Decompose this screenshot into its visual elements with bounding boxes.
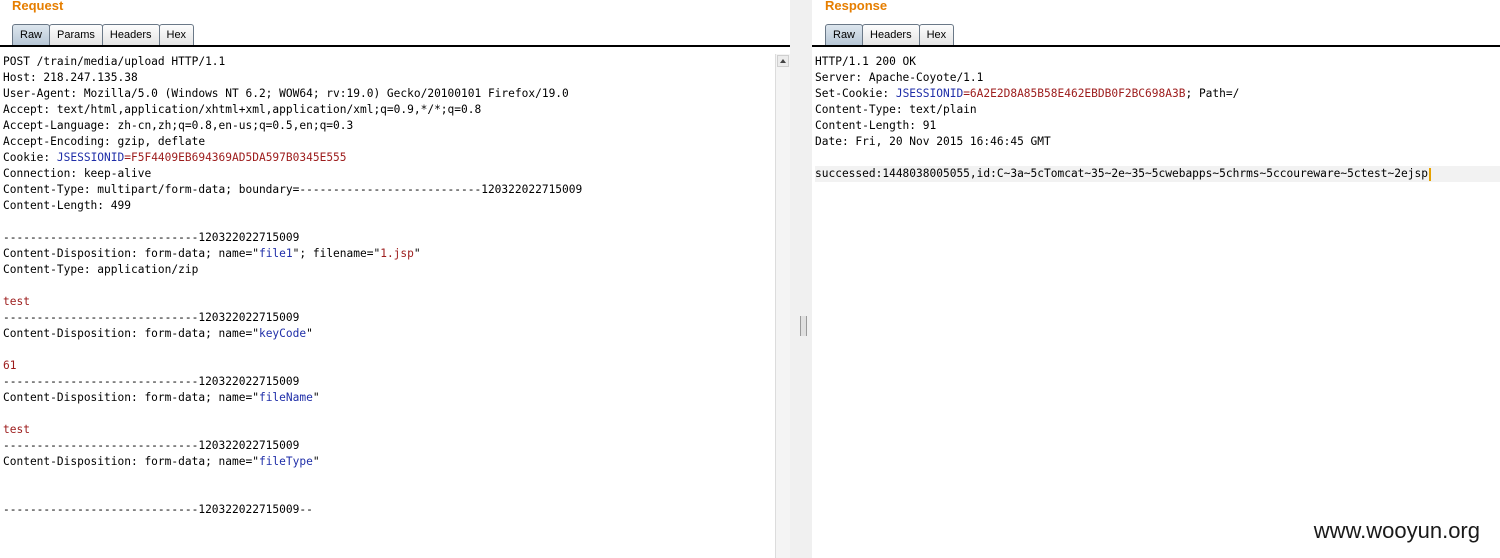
- param-name: fileName: [258, 391, 313, 404]
- request-line: Connection: keep-alive: [3, 167, 152, 180]
- response-tab-raw[interactable]: Raw: [825, 24, 864, 45]
- request-body-value: test: [3, 295, 30, 308]
- disposition-prefix: Content-Disposition: form-data; name=": [3, 247, 259, 260]
- scroll-up-arrow-icon[interactable]: [777, 55, 789, 67]
- request-scrollbar[interactable]: [775, 54, 790, 558]
- disposition-prefix: Content-Disposition: form-data; name=": [3, 455, 259, 468]
- request-body-value: 61: [3, 359, 17, 372]
- cookie-key: JSESSIONID: [56, 151, 125, 164]
- response-line: HTTP/1.1 200 OK: [815, 55, 917, 68]
- request-tab-params[interactable]: Params: [49, 24, 103, 45]
- request-line: -----------------------------12032202271…: [3, 439, 300, 452]
- request-line: Accept: text/html,application/xhtml+xml,…: [3, 103, 482, 116]
- param-name: file1: [258, 247, 293, 260]
- response-editor[interactable]: HTTP/1.1 200 OK Server: Apache-Coyote/1.…: [815, 54, 1500, 558]
- filename-value: 1.jsp: [380, 247, 414, 260]
- request-disposition-line: Content-Disposition: form-data; name="ke…: [3, 326, 773, 342]
- param-name: fileType: [258, 455, 313, 468]
- disposition-quote: ": [413, 247, 421, 260]
- request-line: User-Agent: Mozilla/5.0 (Windows NT 6.2;…: [3, 87, 569, 100]
- response-tab-hex[interactable]: Hex: [918, 24, 955, 45]
- request-line: POST /train/media/upload HTTP/1.1: [3, 55, 226, 68]
- request-tab-raw[interactable]: Raw: [12, 24, 51, 45]
- disposition-prefix: Content-Disposition: form-data; name=": [3, 391, 259, 404]
- request-disposition-line: Content-Disposition: form-data; name="fi…: [3, 454, 773, 470]
- request-tabbar: Raw Params Headers Hex: [12, 24, 195, 46]
- response-tab-underline: [812, 45, 1500, 47]
- cookie-value: =F5F4409EB694369AD5DA597B0345E555: [124, 151, 347, 164]
- cookie-prefix: Cookie:: [3, 151, 57, 164]
- response-line: Server: Apache-Coyote/1.1: [815, 71, 984, 84]
- cookie-key: JSESSIONID: [895, 87, 964, 100]
- response-line: Date: Fri, 20 Nov 2015 16:46:45 GMT: [815, 135, 1051, 148]
- response-line: Content-Type: text/plain: [815, 103, 977, 116]
- disposition-quote: ": [312, 391, 320, 404]
- response-body-text: successed:1448038005055,id:C~3a~5cTomcat…: [815, 167, 1428, 180]
- disposition-quote: ": [312, 455, 320, 468]
- request-title: Request: [12, 0, 64, 13]
- request-editor[interactable]: POST /train/media/upload HTTP/1.1 Host: …: [3, 54, 773, 558]
- request-cookie-line: Cookie: JSESSIONID=F5F4409EB694369AD5DA5…: [3, 150, 773, 166]
- response-tab-headers[interactable]: Headers: [862, 24, 920, 45]
- text-caret: [1428, 167, 1431, 181]
- request-body-value: test: [3, 423, 30, 436]
- response-tabbar: Raw Headers Hex: [825, 24, 955, 46]
- request-disposition-line: Content-Disposition: form-data; name="fi…: [3, 390, 773, 406]
- request-disposition-line: Content-Disposition: form-data; name="fi…: [3, 246, 773, 262]
- request-line: Content-Type: application/zip: [3, 263, 199, 276]
- disposition-mid: "; filename=": [292, 247, 381, 260]
- request-line: Content-Type: multipart/form-data; bound…: [3, 183, 583, 196]
- response-cookie-line: Set-Cookie: JSESSIONID=6A2E2D8A85B58E462…: [815, 86, 1500, 102]
- disposition-prefix: Content-Disposition: form-data; name=": [3, 327, 259, 340]
- request-tab-hex[interactable]: Hex: [158, 24, 195, 45]
- request-line: -----------------------------12032202271…: [3, 311, 300, 324]
- watermark: www.wooyun.org: [1313, 518, 1480, 543]
- request-line: -----------------------------12032202271…: [3, 503, 313, 516]
- request-tab-headers[interactable]: Headers: [101, 24, 160, 45]
- cookie-value: =6A2E2D8A85B58E462EBDB0F2BC698A3B: [963, 87, 1186, 100]
- pane-divider: [790, 0, 812, 558]
- disposition-quote: ": [306, 327, 313, 340]
- cookie-path: ; Path=/: [1185, 87, 1240, 100]
- request-line: -----------------------------12032202271…: [3, 375, 300, 388]
- request-line: Accept-Language: zh-cn,zh;q=0.8,en-us;q=…: [3, 119, 354, 132]
- request-line: Content-Length: 499: [3, 199, 131, 212]
- param-name: keyCode: [258, 327, 307, 340]
- request-line: -----------------------------12032202271…: [3, 231, 300, 244]
- response-body-line: successed:1448038005055,id:C~3a~5cTomcat…: [815, 166, 1500, 182]
- set-cookie-prefix: Set-Cookie:: [815, 87, 896, 100]
- request-tab-underline: [0, 45, 790, 47]
- request-line: Host: 218.247.135.38: [3, 71, 138, 84]
- response-line: Content-Length: 91: [815, 119, 937, 132]
- request-line: Accept-Encoding: gzip, deflate: [3, 135, 206, 148]
- response-title: Response: [825, 0, 888, 13]
- split-handle[interactable]: [800, 316, 807, 336]
